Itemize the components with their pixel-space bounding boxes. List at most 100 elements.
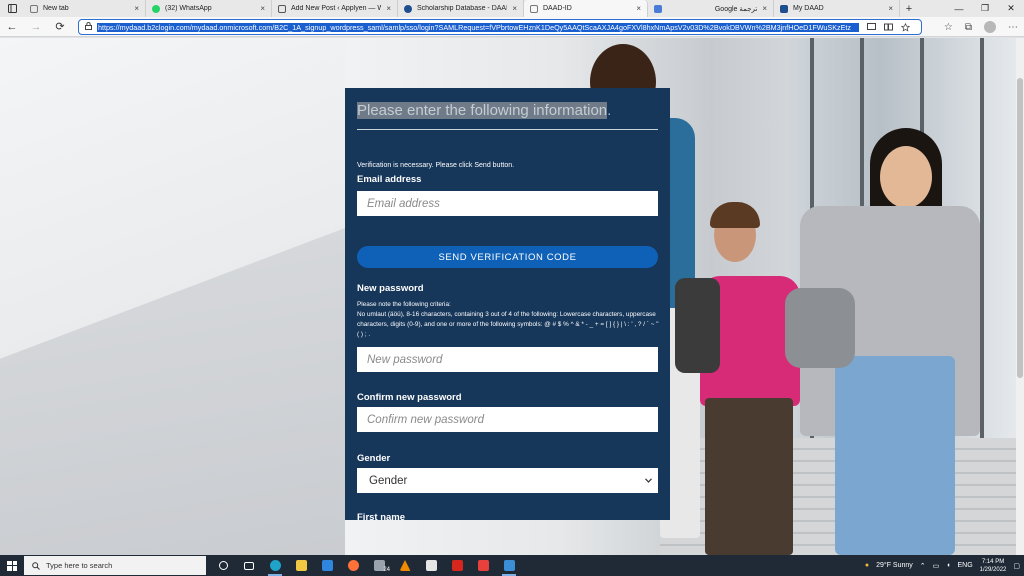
email-label: Email address [357, 174, 422, 185]
address-bar[interactable]: https://mydaad.b2clogin.com/mydaad.onmic… [78, 19, 922, 35]
taskbar-firefox[interactable] [340, 555, 366, 576]
close-tab-icon[interactable]: × [512, 4, 517, 13]
browser-right-tools: ☆ ⧉ ⋯ [944, 17, 1018, 37]
cortana-button[interactable] [210, 555, 236, 576]
browser-toolbar: ← → ⟳ https://mydaad.b2clogin.com/mydaad… [0, 17, 1024, 37]
tab-title: Add New Post ‹ Applyen — Wo [291, 5, 382, 12]
tab-google-translate[interactable]: Google ترجمة × [648, 0, 774, 17]
tab-add-new-post[interactable]: Add New Post ‹ Applyen — Wo × [272, 0, 398, 17]
url-text[interactable]: https://mydaad.b2clogin.com/mydaad.onmic… [97, 22, 859, 32]
form-title-tail: . [607, 102, 612, 119]
taskbar-search-placeholder: Type here to search [46, 561, 113, 570]
restore-button[interactable]: ❐ [972, 0, 998, 17]
email-field[interactable]: Email address [357, 191, 658, 216]
more-menu-icon[interactable]: ⋯ [1008, 22, 1018, 33]
tab-actions-button[interactable] [0, 0, 24, 17]
store-icon [321, 560, 333, 571]
tab-title: My DAAD [793, 5, 824, 12]
send-verification-code-button[interactable]: SEND VERIFICATION CODE [357, 246, 658, 268]
page-scrollbar[interactable] [1016, 38, 1024, 555]
tab-scholarship-database[interactable]: Scholarship Database - DAAD - × [398, 0, 524, 17]
collections-icon[interactable]: ⧉ [965, 22, 972, 33]
back-button[interactable]: ← [0, 21, 24, 33]
page-icon [530, 4, 538, 13]
clock-time: 7:14 PM [981, 558, 1005, 565]
verification-note: Verification is necessary. Please click … [357, 162, 515, 169]
calculator-icon [425, 560, 437, 571]
close-tab-icon[interactable]: × [134, 4, 139, 13]
taskbar-calculator[interactable] [418, 555, 444, 576]
close-tab-icon[interactable]: × [636, 4, 641, 13]
tab-title: Google ترجمة [714, 5, 758, 13]
tab-whatsapp[interactable]: (32) WhatsApp × [146, 0, 272, 17]
refresh-button[interactable]: ⟳ [48, 20, 72, 33]
form-title: Please enter the following information. [357, 102, 611, 119]
whatsapp-icon [152, 4, 160, 13]
immersive-reader-icon[interactable] [884, 23, 893, 31]
close-tab-icon[interactable]: × [386, 4, 391, 13]
title-divider [357, 129, 658, 130]
pdf-icon [451, 560, 463, 571]
read-aloud-icon[interactable] [867, 22, 876, 31]
tab-daad-id[interactable]: DAAD-ID × [524, 0, 648, 17]
taskbar-search[interactable]: Type here to search [24, 556, 206, 575]
taskbar-edge[interactable] [262, 555, 288, 576]
tab-actions-icon [7, 4, 17, 13]
language-indicator[interactable]: ENG [958, 562, 973, 569]
scrollbar-thumb[interactable] [1017, 78, 1023, 378]
gender-selected-value: Gender [369, 474, 408, 487]
new-password-label: New password [357, 283, 424, 294]
battery-icon[interactable]: ▭ [933, 562, 940, 570]
close-window-button[interactable]: ✕ [998, 0, 1024, 17]
close-tab-icon[interactable]: × [260, 4, 265, 13]
chevron-down-icon [645, 476, 652, 485]
folder-icon [295, 560, 307, 571]
forward-button[interactable]: → [24, 21, 48, 33]
tab-my-daad[interactable]: My DAAD × [774, 0, 900, 17]
task-view-button[interactable] [236, 555, 262, 576]
clock-date: 1/29/2022 [979, 566, 1007, 573]
criteria-text: No umlaut (äöü), 8-16 characters, contai… [357, 311, 659, 338]
minimize-button[interactable]: — [946, 0, 972, 17]
password-criteria: Please note the following criteria: No u… [357, 300, 662, 340]
close-tab-icon[interactable]: × [762, 4, 767, 13]
tab-new-tab[interactable]: New tab × [24, 0, 146, 17]
tab-title: (32) WhatsApp [165, 5, 212, 12]
app-icon [503, 560, 515, 571]
firefox-icon [347, 560, 359, 571]
taskbar-clock[interactable]: 7:14 PM 1/29/2022 [980, 558, 1007, 574]
translate-icon [654, 4, 662, 13]
favorite-star-icon[interactable] [901, 22, 910, 32]
new-password-field[interactable]: New password [357, 347, 658, 372]
taskbar-mail[interactable]: 24 [366, 555, 392, 576]
daad-icon [780, 4, 788, 13]
tab-title: Scholarship Database - DAAD - [417, 5, 508, 12]
confirm-password-label: Confirm new password [357, 392, 462, 403]
favorites-icon[interactable]: ☆ [944, 22, 953, 33]
weather-text[interactable]: 29°F Sunny [876, 562, 913, 569]
notifications-icon[interactable]: ▢ [1013, 562, 1020, 570]
weather-icon: ● [864, 562, 870, 569]
tray-chevron-up-icon[interactable]: ⌃ [920, 562, 926, 570]
confirm-password-field[interactable]: Confirm new password [357, 407, 658, 432]
taskbar-file-explorer[interactable] [288, 555, 314, 576]
cortana-icon [218, 561, 228, 570]
taskbar-store[interactable] [314, 555, 340, 576]
start-button[interactable] [0, 555, 24, 576]
first-name-label: First name [357, 512, 406, 520]
criteria-heading: Please note the following criteria: [357, 301, 451, 308]
lock-icon[interactable] [79, 22, 97, 32]
gender-select[interactable]: Gender [357, 468, 658, 493]
address-bar-icons [867, 22, 910, 32]
volume-icon[interactable]: ◖ [946, 562, 950, 569]
taskbar-anydesk[interactable] [470, 555, 496, 576]
window-controls: — ❐ ✕ [946, 0, 1024, 17]
close-tab-icon[interactable]: × [888, 4, 893, 13]
profile-avatar[interactable] [984, 21, 996, 33]
taskbar-app-blue[interactable] [496, 555, 522, 576]
taskbar-vlc[interactable] [392, 555, 418, 576]
new-tab-button[interactable]: + [900, 3, 918, 15]
tab-strip: New tab × (32) WhatsApp × Add New Post ‹… [0, 0, 1024, 17]
mail-badge: 24 [383, 567, 390, 573]
taskbar-acrobat[interactable] [444, 555, 470, 576]
